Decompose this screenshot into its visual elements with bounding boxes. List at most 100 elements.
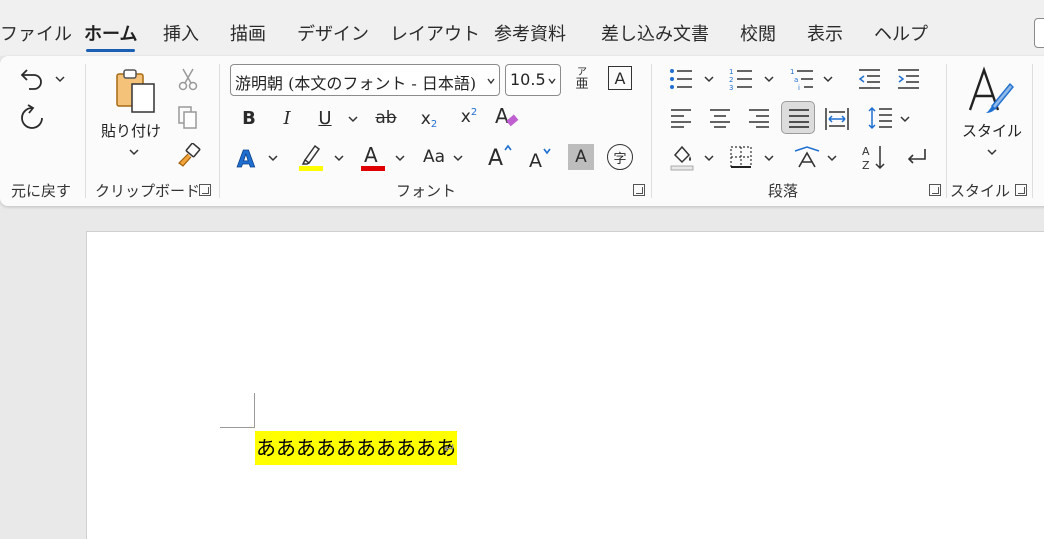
superscript-icon[interactable]: x2 xyxy=(457,104,481,130)
chevron-down-icon xyxy=(487,78,495,84)
text-effects-icon[interactable]: A xyxy=(234,144,262,172)
format-painter-icon[interactable] xyxy=(174,142,202,168)
tab-design[interactable]: デザイン xyxy=(297,20,369,46)
styles-label[interactable]: スタイル xyxy=(962,120,1022,141)
group-label-clipboard: クリップボード xyxy=(95,182,201,200)
character-shading-icon[interactable]: A xyxy=(568,144,594,170)
font-color-dropdown-icon[interactable] xyxy=(395,154,405,162)
tab-help[interactable]: ヘルプ xyxy=(874,20,928,46)
tab-references[interactable]: 参考資料 xyxy=(494,20,566,46)
group-label-paragraph: 段落 xyxy=(768,182,799,200)
search-box[interactable] xyxy=(1034,18,1044,48)
numbering-dropdown-icon[interactable] xyxy=(764,75,774,83)
font-launcher-icon[interactable] xyxy=(633,184,645,196)
tab-view[interactable]: 表示 xyxy=(807,20,843,46)
line-spacing-dropdown-icon[interactable] xyxy=(900,115,910,123)
character-border-icon[interactable]: A xyxy=(608,66,632,90)
strikethrough-icon[interactable]: ab xyxy=(372,106,400,130)
asian-layout-dropdown-icon[interactable] xyxy=(827,154,837,162)
styles-launcher-icon[interactable] xyxy=(1015,184,1027,196)
phonetic-guide-small: ア xyxy=(577,66,587,78)
group-divider xyxy=(651,64,652,198)
svg-text:A: A xyxy=(364,143,378,167)
font-size-select[interactable]: 10.5 xyxy=(505,64,561,96)
underline-dropdown-icon[interactable] xyxy=(348,115,358,123)
svg-text:A: A xyxy=(529,150,542,171)
tab-review[interactable]: 校閲 xyxy=(740,20,776,46)
svg-text:2: 2 xyxy=(729,76,733,84)
paste-icon[interactable] xyxy=(110,66,160,118)
tab-layout[interactable]: レイアウト xyxy=(390,20,480,46)
tab-draw[interactable]: 描画 xyxy=(230,20,266,46)
svg-text:1: 1 xyxy=(790,68,794,76)
underline-icon[interactable]: U xyxy=(314,106,336,130)
italic-icon[interactable]: I xyxy=(276,106,298,130)
bold-icon[interactable]: B xyxy=(238,106,260,130)
text-effects-dropdown-icon[interactable] xyxy=(268,154,278,162)
subscript-icon[interactable]: x2 xyxy=(417,106,441,132)
justify-button[interactable] xyxy=(781,101,815,134)
align-center-icon[interactable] xyxy=(707,106,733,130)
font-color-icon[interactable]: A xyxy=(358,142,388,172)
bullets-dropdown-icon[interactable] xyxy=(704,75,714,83)
multilevel-list-icon[interactable]: 1ai xyxy=(789,66,815,92)
paragraph-mark: ↵ xyxy=(444,441,456,457)
shading-dropdown-icon[interactable] xyxy=(704,154,714,162)
decrease-indent-icon[interactable] xyxy=(856,66,882,92)
distributed-icon[interactable] xyxy=(824,106,850,132)
tab-insert[interactable]: 挿入 xyxy=(163,20,199,46)
grow-font-icon[interactable]: A xyxy=(486,140,516,170)
copy-icon[interactable] xyxy=(176,104,200,132)
borders-dropdown-icon[interactable] xyxy=(764,154,774,162)
clear-formatting-icon[interactable]: A xyxy=(493,102,521,132)
show-formatting-marks-icon[interactable] xyxy=(902,144,930,170)
multilevel-dropdown-icon[interactable] xyxy=(823,75,833,83)
phonetic-guide-icon[interactable]: ア 亜 xyxy=(570,64,594,94)
bullets-icon[interactable] xyxy=(668,66,694,92)
increase-indent-icon[interactable] xyxy=(895,66,921,92)
styles-gallery-icon[interactable] xyxy=(964,66,1016,116)
shrink-font-icon[interactable]: A xyxy=(526,142,556,172)
enclose-characters-glyph: 字 xyxy=(613,151,627,167)
ribbon-tab-bar: ファイル ホーム 挿入 描画 デザイン レイアウト 参考資料 差し込み文書 校閲… xyxy=(0,0,1044,56)
highlight-color-icon[interactable] xyxy=(296,142,326,172)
ribbon: 元に戻す 貼り付け クリップボード 游明朝 (本文のフォント - 日本語) 10… xyxy=(0,56,1044,206)
margin-corner-mark xyxy=(254,393,255,428)
redo-icon[interactable] xyxy=(16,103,48,133)
svg-text:A: A xyxy=(495,104,509,128)
character-border-glyph: A xyxy=(614,68,626,88)
numbering-icon[interactable]: 123 xyxy=(728,66,754,92)
group-divider xyxy=(1032,64,1033,198)
change-case-icon[interactable]: Aa xyxy=(419,144,449,170)
tab-mailings[interactable]: 差し込み文書 xyxy=(601,20,709,46)
svg-text:A: A xyxy=(237,147,255,171)
tab-home[interactable]: ホーム xyxy=(84,20,137,52)
document-page[interactable] xyxy=(86,231,1044,539)
align-right-icon[interactable] xyxy=(746,106,772,130)
sort-icon[interactable]: AZ xyxy=(860,142,888,172)
tab-file[interactable]: ファイル xyxy=(0,20,72,46)
paste-label[interactable]: 貼り付け xyxy=(101,120,161,141)
highlight-dropdown-icon[interactable] xyxy=(334,154,344,162)
group-label-styles: スタイル xyxy=(950,182,1011,200)
change-case-glyph: Aa xyxy=(422,147,446,167)
document-text[interactable]: ああああああああああ xyxy=(255,431,457,465)
cut-icon[interactable] xyxy=(176,66,200,92)
justify-icon xyxy=(786,106,812,130)
undo-dropdown-icon[interactable] xyxy=(55,75,65,83)
styles-dropdown-icon[interactable] xyxy=(987,148,997,156)
shading-icon[interactable] xyxy=(668,142,696,172)
line-spacing-icon[interactable] xyxy=(866,104,894,132)
clipboard-launcher-icon[interactable] xyxy=(199,184,211,196)
svg-text:a: a xyxy=(794,76,798,84)
enclose-characters-icon[interactable]: 字 xyxy=(607,144,633,170)
font-family-select[interactable]: 游明朝 (本文のフォント - 日本語) xyxy=(230,64,500,96)
borders-icon[interactable] xyxy=(728,144,754,170)
paragraph-launcher-icon[interactable] xyxy=(929,184,941,196)
undo-icon[interactable] xyxy=(16,64,48,92)
svg-text:A: A xyxy=(862,145,870,158)
change-case-dropdown-icon[interactable] xyxy=(453,154,463,162)
align-left-icon[interactable] xyxy=(668,106,694,130)
paste-dropdown-icon[interactable] xyxy=(129,148,139,156)
asian-layout-icon[interactable] xyxy=(792,142,822,172)
